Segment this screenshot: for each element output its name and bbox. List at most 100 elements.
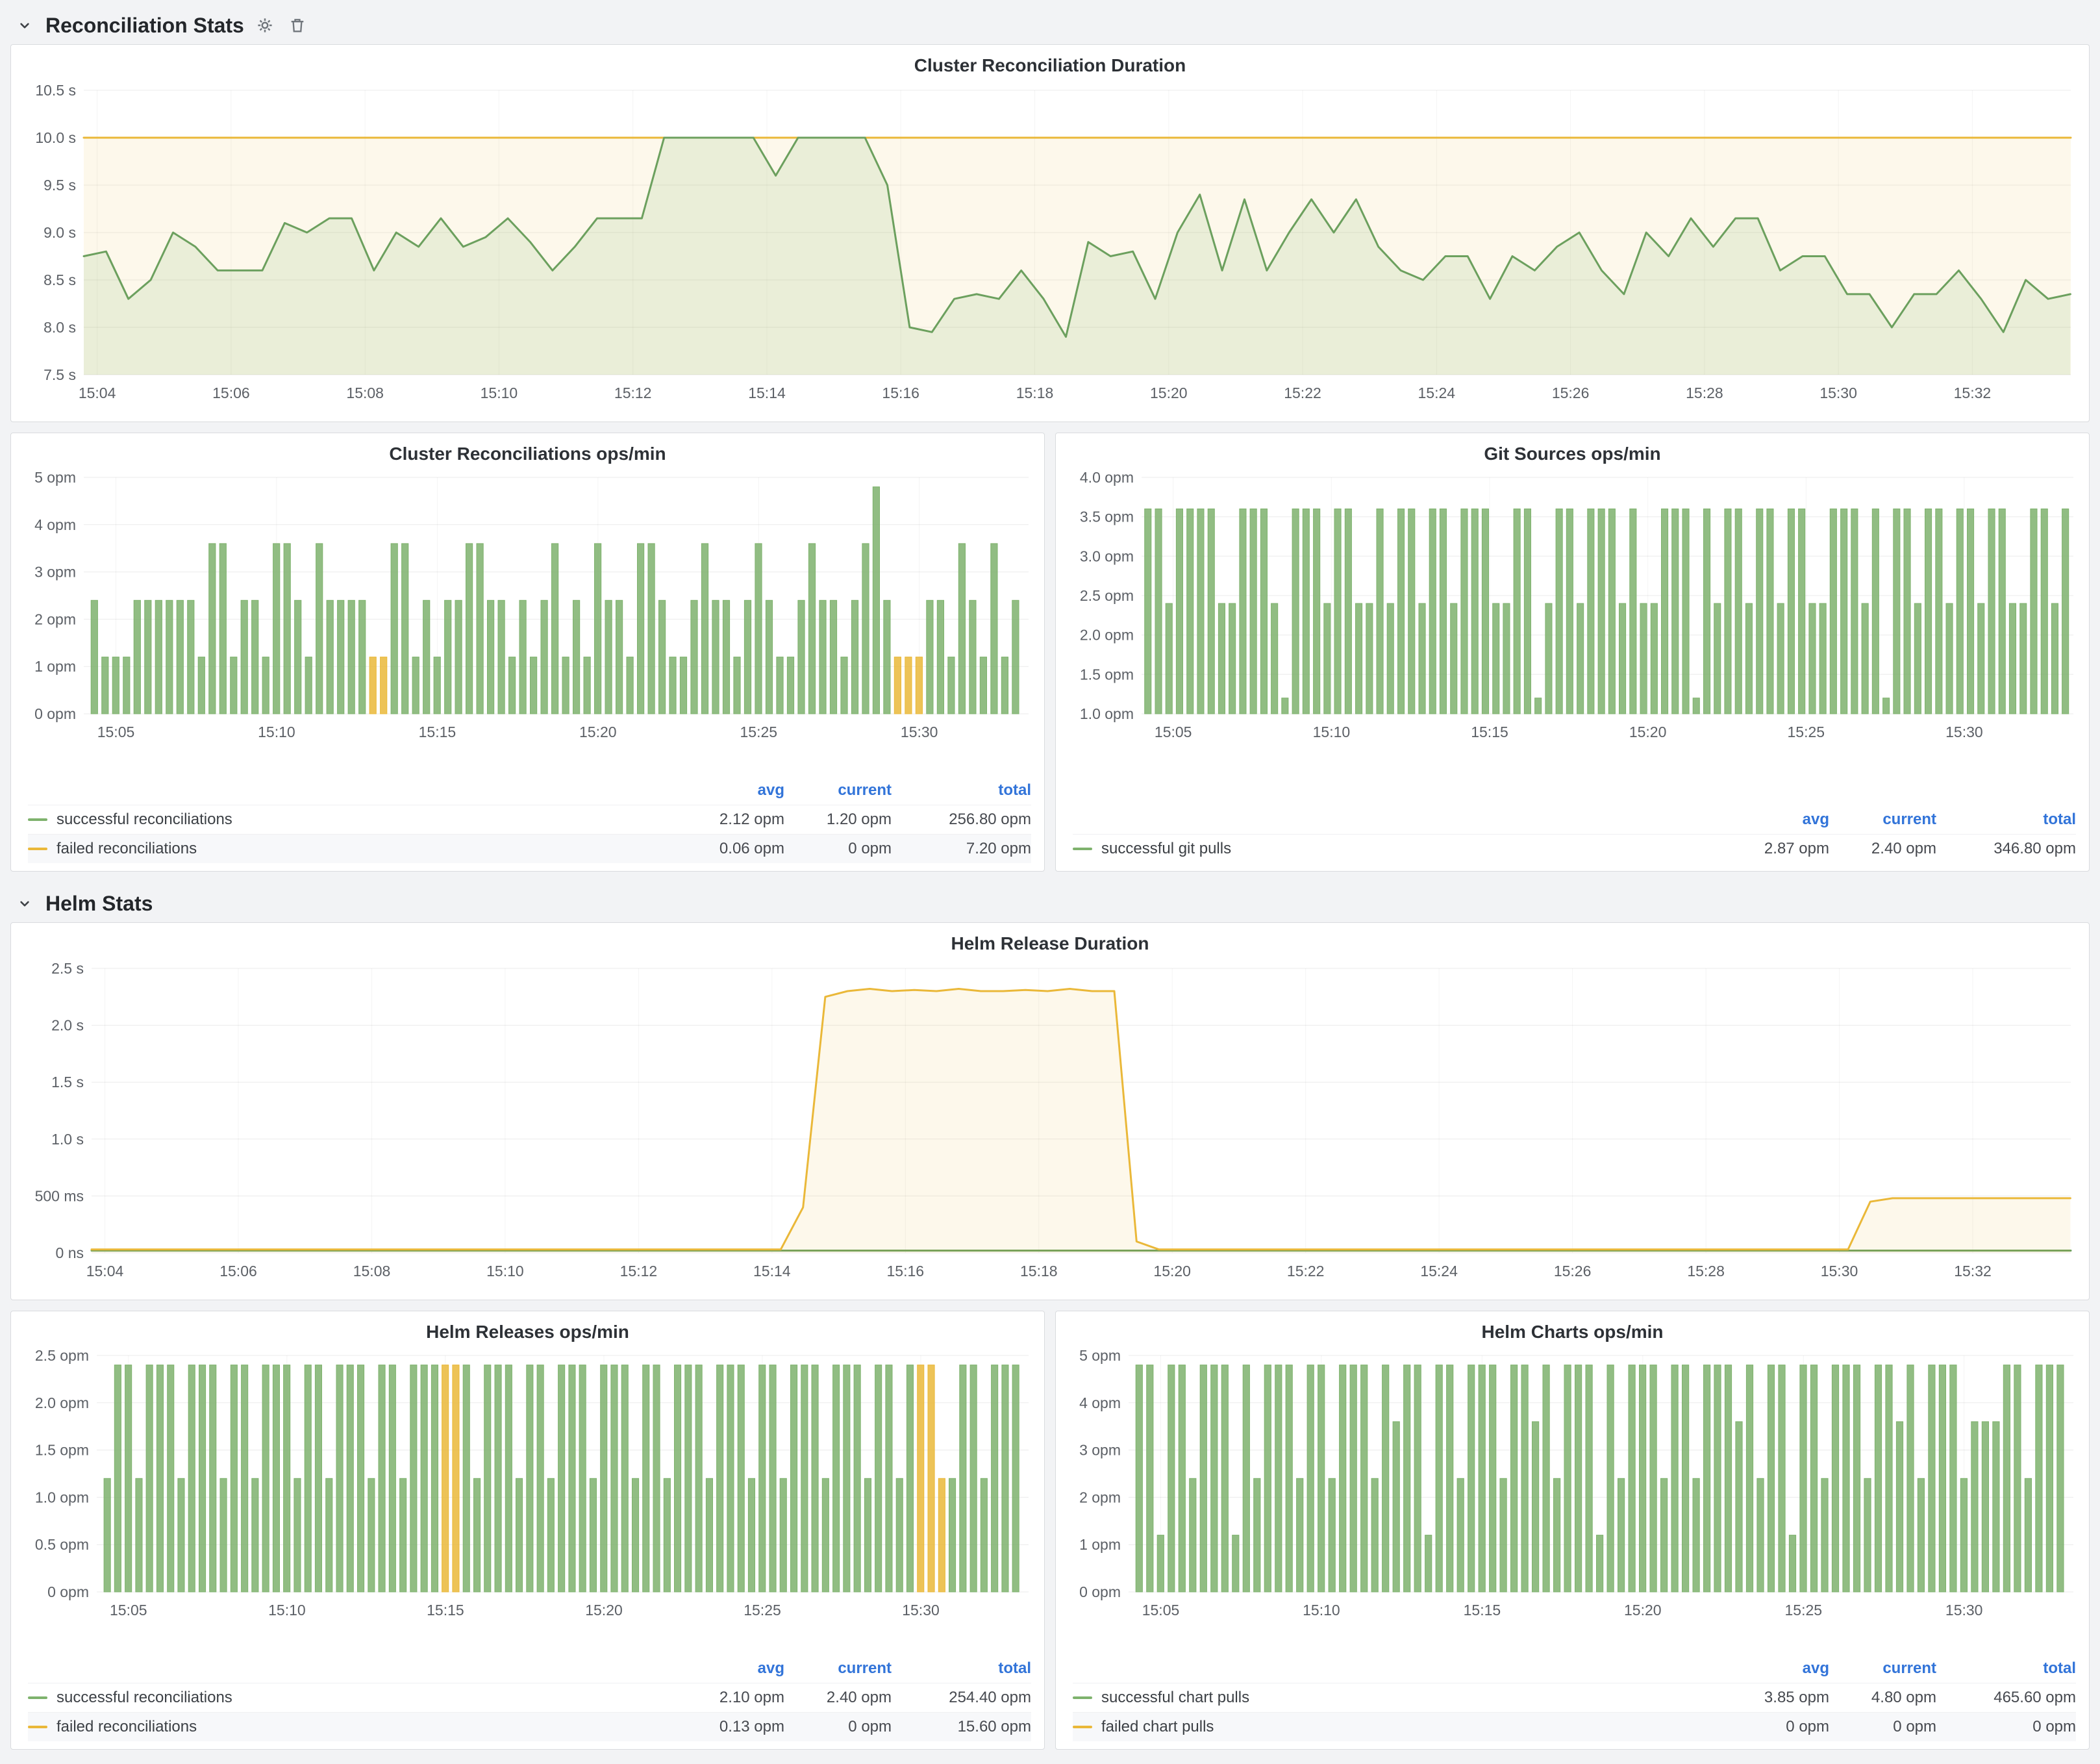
svg-text:4.0 opm: 4.0 opm: [1080, 469, 1134, 486]
legend-col-avg[interactable]: avg: [1722, 1659, 1829, 1678]
legend: avg current total successful reconciliat…: [11, 1653, 1044, 1749]
legend-row[interactable]: failed reconciliations 0.06 opm 0 opm 7.…: [28, 834, 1031, 863]
series-avg: 0.06 opm: [677, 840, 784, 858]
legend-col-current[interactable]: current: [1829, 1659, 1936, 1678]
series-label[interactable]: failed chart pulls: [1101, 1718, 1722, 1736]
legend-col-avg[interactable]: avg: [1722, 811, 1829, 829]
svg-text:15:30: 15:30: [902, 1602, 940, 1619]
cluster-reconciliations-ops-chart[interactable]: 0 opm1 opm2 opm3 opm4 opm5 opm15:0515:10…: [11, 467, 1044, 750]
legend-row[interactable]: successful reconciliations 2.12 opm 1.20…: [28, 805, 1031, 834]
svg-text:1.5 opm: 1.5 opm: [1080, 666, 1134, 683]
svg-text:15:24: 15:24: [1420, 1263, 1458, 1279]
svg-text:1.0 opm: 1.0 opm: [35, 1489, 89, 1506]
series-label[interactable]: successful reconciliations: [56, 1689, 677, 1707]
legend-row[interactable]: successful reconciliations 2.10 opm 2.40…: [28, 1683, 1031, 1712]
panel-cluster-reconciliation-duration: Cluster Reconciliation Duration 7.5 s 8.0…: [10, 44, 2090, 422]
legend-col-total[interactable]: total: [1936, 811, 2076, 829]
helm-release-duration-chart[interactable]: 0 ns500 ms1.0 s1.5 s2.0 s2.5 s15:0415:06…: [11, 957, 2089, 1289]
svg-text:3.0 opm: 3.0 opm: [1080, 548, 1134, 564]
svg-text:15:15: 15:15: [419, 724, 456, 740]
panel-title[interactable]: Cluster Reconciliations ops/min: [11, 433, 1044, 467]
chevron-down-icon: [13, 892, 36, 915]
svg-text:15:14: 15:14: [748, 384, 786, 401]
series-total: 7.20 opm: [892, 840, 1031, 858]
series-avg: 3.85 opm: [1722, 1689, 1829, 1707]
legend-col-avg[interactable]: avg: [677, 781, 784, 800]
panel-helm-releases-ops: Helm Releases ops/min 0 opm 0.5 opm 1.0 op…: [10, 1311, 1045, 1750]
svg-text:2 opm: 2 opm: [34, 611, 76, 627]
panel-title[interactable]: Git Sources ops/min: [1056, 433, 2089, 467]
section-title[interactable]: Helm Stats: [45, 892, 153, 916]
series-current: 2.40 opm: [784, 1689, 892, 1707]
series-total: 15.60 opm: [892, 1718, 1031, 1736]
svg-text:2 opm: 2 opm: [1079, 1489, 1121, 1506]
legend-col-current[interactable]: current: [784, 1659, 892, 1678]
legend-col-current[interactable]: current: [1829, 811, 1936, 829]
legend-col-total[interactable]: total: [1936, 1659, 2076, 1678]
series-label[interactable]: failed reconciliations: [56, 840, 677, 858]
series-color-dash-icon: [28, 818, 47, 821]
svg-text:2.5 opm: 2.5 opm: [1080, 587, 1134, 604]
series-current: 0 opm: [784, 1718, 892, 1736]
svg-text:9.5 s: 9.5 s: [44, 177, 76, 194]
svg-text:2.5 s: 2.5 s: [51, 960, 84, 977]
svg-text:1 opm: 1 opm: [34, 658, 76, 675]
svg-text:15:32: 15:32: [1954, 384, 1992, 401]
svg-text:4 opm: 4 opm: [1079, 1394, 1121, 1411]
section-title[interactable]: Reconciliation Stats: [45, 14, 244, 38]
legend-col-total[interactable]: total: [892, 1659, 1031, 1678]
panel-title[interactable]: Helm Releases ops/min: [11, 1311, 1044, 1345]
svg-text:0 opm: 0 opm: [1079, 1583, 1121, 1600]
svg-text:2.0 opm: 2.0 opm: [1080, 627, 1134, 644]
legend-row[interactable]: failed chart pulls 0 opm 0 opm 0 opm: [1073, 1712, 2076, 1741]
svg-text:8.0 s: 8.0 s: [44, 319, 76, 336]
helm-releases-ops-chart[interactable]: 0 opm0.5 opm1.0 opm1.5 opm2.0 opm2.5 opm…: [11, 1345, 1044, 1628]
svg-text:15:10: 15:10: [481, 384, 518, 401]
legend-row[interactable]: successful chart pulls 3.85 opm 4.80 opm…: [1073, 1683, 2076, 1712]
svg-text:15:06: 15:06: [219, 1263, 257, 1279]
git-sources-ops-chart[interactable]: 1.0 opm1.5 opm2.0 opm2.5 opm3.0 opm3.5 o…: [1056, 467, 2089, 750]
section-helm-stats[interactable]: Helm Stats: [10, 885, 2090, 922]
svg-text:500 ms: 500 ms: [35, 1187, 84, 1204]
svg-text:15:10: 15:10: [1313, 724, 1351, 740]
section-reconciliation-stats[interactable]: Reconciliation Stats: [10, 6, 2090, 44]
trash-icon[interactable]: [286, 14, 309, 37]
legend-col-current[interactable]: current: [784, 781, 892, 800]
series-total: 0 opm: [1936, 1718, 2076, 1736]
svg-text:15:20: 15:20: [1150, 384, 1188, 401]
helm-charts-ops-chart[interactable]: 0 opm1 opm2 opm3 opm4 opm5 opm15:0515:10…: [1056, 1345, 2089, 1628]
svg-text:7.5 s: 7.5 s: [44, 366, 76, 383]
series-label[interactable]: successful git pulls: [1101, 840, 1722, 858]
svg-text:2.5 opm: 2.5 opm: [35, 1347, 89, 1364]
svg-text:3.5 opm: 3.5 opm: [1080, 509, 1134, 525]
legend-header: avg current total: [28, 777, 1031, 805]
legend-row[interactable]: failed reconciliations 0.13 opm 0 opm 15…: [28, 1712, 1031, 1741]
svg-text:0 opm: 0 opm: [47, 1583, 89, 1600]
panel-title[interactable]: Helm Charts ops/min: [1056, 1311, 2089, 1345]
cluster-reconciliation-duration-chart[interactable]: 7.5 s8.0 s8.5 s9.0 s9.5 s10.0 s10.5 s15:…: [11, 79, 2089, 411]
panel-git-sources-ops: Git Sources ops/min 1.0 opm1.5 opm2.0 op…: [1055, 433, 2090, 872]
series-current: 0 opm: [1829, 1718, 1936, 1736]
dashboard: Reconciliation Stats Cluster Reconciliat…: [0, 0, 2100, 1761]
svg-text:2.0 opm: 2.0 opm: [35, 1394, 89, 1411]
legend-col-total[interactable]: total: [892, 781, 1031, 800]
legend-row[interactable]: successful git pulls 2.87 opm 2.40 opm 3…: [1073, 834, 2076, 863]
series-color-dash-icon: [1073, 848, 1092, 850]
series-label[interactable]: successful reconciliations: [56, 811, 677, 829]
chevron-down-icon: [13, 14, 36, 37]
legend-col-avg[interactable]: avg: [677, 1659, 784, 1678]
legend: avg current total successful reconciliat…: [11, 775, 1044, 871]
svg-text:15:25: 15:25: [744, 1602, 781, 1619]
series-label[interactable]: failed reconciliations: [56, 1718, 677, 1736]
svg-text:0.5 opm: 0.5 opm: [35, 1536, 89, 1553]
gear-icon[interactable]: [253, 14, 277, 37]
panel-title[interactable]: Cluster Reconciliation Duration: [11, 45, 2089, 79]
panel-title[interactable]: Helm Release Duration: [11, 923, 2089, 957]
svg-text:15:12: 15:12: [614, 384, 652, 401]
svg-text:15:04: 15:04: [86, 1263, 124, 1279]
series-label[interactable]: successful chart pulls: [1101, 1689, 1722, 1707]
svg-text:15:30: 15:30: [1819, 384, 1857, 401]
series-total: 465.60 opm: [1936, 1689, 2076, 1707]
legend: avg current total successful git pulls 2…: [1056, 804, 2089, 871]
svg-text:15:30: 15:30: [1945, 724, 1983, 740]
